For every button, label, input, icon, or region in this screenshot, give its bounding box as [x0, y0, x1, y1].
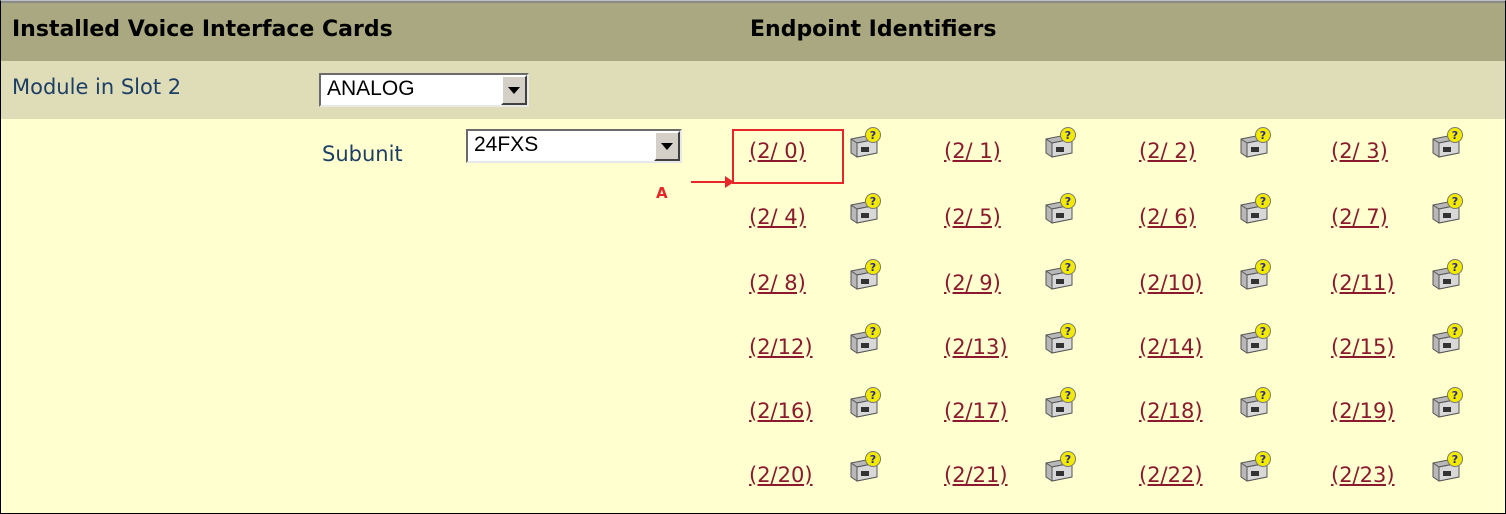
svg-text:?: ? — [870, 325, 876, 338]
installed-cards-heading: Installed Voice Interface Cards — [12, 17, 393, 42]
endpoint-link[interactable]: (2/ 2) — [1139, 139, 1196, 163]
endpoint-link[interactable]: (2/13) — [944, 335, 1008, 359]
endpoint-link[interactable]: (2/12) — [749, 335, 813, 359]
module-type-value: ANALOG — [327, 77, 415, 100]
endpoint-link[interactable]: (2/11) — [1331, 271, 1395, 295]
phone-port-help-icon[interactable]: ? — [1042, 259, 1078, 293]
svg-text:?: ? — [1065, 195, 1071, 208]
phone-port-help-icon[interactable]: ? — [1429, 127, 1465, 161]
phone-port-help-icon[interactable]: ? — [847, 127, 883, 161]
phone-port-help-icon[interactable]: ? — [1237, 451, 1273, 485]
phone-port-help-icon[interactable]: ? — [1042, 193, 1078, 227]
svg-text:?: ? — [1260, 195, 1266, 208]
callout-highlight-box — [732, 129, 844, 184]
svg-text:?: ? — [1260, 261, 1266, 274]
phone-port-help-icon[interactable]: ? — [1429, 323, 1465, 357]
phone-port-help-icon[interactable]: ? — [1042, 387, 1078, 421]
svg-text:?: ? — [1452, 129, 1458, 142]
endpoint-link[interactable]: (2/15) — [1331, 335, 1395, 359]
phone-port-help-icon[interactable]: ? — [1042, 451, 1078, 485]
phone-port-help-icon[interactable]: ? — [847, 193, 883, 227]
svg-text:?: ? — [870, 195, 876, 208]
phone-port-help-icon[interactable]: ? — [847, 451, 883, 485]
svg-text:?: ? — [1065, 261, 1071, 274]
phone-port-help-icon[interactable]: ? — [1429, 451, 1465, 485]
svg-text:?: ? — [1452, 325, 1458, 338]
phone-port-help-icon[interactable]: ? — [1237, 323, 1273, 357]
endpoint-link[interactable]: (2/ 8) — [749, 271, 806, 295]
endpoint-link[interactable]: (2/ 4) — [749, 205, 806, 229]
endpoint-link[interactable]: (2/17) — [944, 399, 1008, 423]
svg-text:?: ? — [870, 261, 876, 274]
phone-port-help-icon[interactable]: ? — [1237, 259, 1273, 293]
phone-port-help-icon[interactable]: ? — [1237, 127, 1273, 161]
svg-text:?: ? — [1260, 453, 1266, 466]
subunit-value: 24FXS — [474, 133, 539, 156]
phone-port-help-icon[interactable]: ? — [1237, 387, 1273, 421]
svg-text:?: ? — [1065, 325, 1071, 338]
module-type-select[interactable]: ANALOG — [319, 73, 529, 107]
subunit-select[interactable]: 24FXS — [466, 129, 682, 163]
svg-text:?: ? — [1260, 129, 1266, 142]
endpoint-link[interactable]: (2/10) — [1139, 271, 1203, 295]
phone-port-help-icon[interactable]: ? — [1042, 127, 1078, 161]
chevron-down-icon[interactable] — [654, 131, 680, 161]
phone-port-help-icon[interactable]: ? — [1237, 193, 1273, 227]
svg-text:?: ? — [1065, 453, 1071, 466]
endpoint-link[interactable]: (2/ 6) — [1139, 205, 1196, 229]
endpoint-link[interactable]: (2/ 5) — [944, 205, 1001, 229]
callout-label: A — [656, 184, 668, 202]
subunit-label: Subunit — [322, 142, 403, 166]
phone-port-help-icon[interactable]: ? — [847, 259, 883, 293]
svg-text:?: ? — [1452, 195, 1458, 208]
phone-port-help-icon[interactable]: ? — [1429, 193, 1465, 227]
table-header: Installed Voice Interface Cards Endpoint… — [1, 1, 1505, 61]
endpoint-link[interactable]: (2/16) — [749, 399, 813, 423]
voice-card-panel: Installed Voice Interface Cards Endpoint… — [0, 0, 1506, 514]
endpoint-link[interactable]: (2/ 7) — [1331, 205, 1388, 229]
phone-port-help-icon[interactable]: ? — [1429, 259, 1465, 293]
endpoint-link[interactable]: (2/14) — [1139, 335, 1203, 359]
module-row: Module in Slot 2 ANALOG — [1, 61, 1505, 119]
chevron-down-icon[interactable] — [501, 75, 527, 105]
module-slot-label: Module in Slot 2 — [12, 75, 182, 99]
svg-text:?: ? — [870, 389, 876, 402]
svg-text:?: ? — [1452, 389, 1458, 402]
phone-port-help-icon[interactable]: ? — [847, 387, 883, 421]
endpoint-link[interactable]: (2/ 1) — [944, 139, 1001, 163]
svg-text:?: ? — [1452, 453, 1458, 466]
endpoint-link[interactable]: (2/20) — [749, 463, 813, 487]
svg-text:?: ? — [1260, 389, 1266, 402]
svg-text:?: ? — [870, 453, 876, 466]
callout-arrow — [691, 181, 729, 183]
endpoint-link[interactable]: (2/ 9) — [944, 271, 1001, 295]
callout-arrow-head — [725, 176, 734, 188]
svg-text:?: ? — [1065, 389, 1071, 402]
phone-port-help-icon[interactable]: ? — [1429, 387, 1465, 421]
svg-text:?: ? — [1452, 261, 1458, 274]
svg-text:?: ? — [870, 129, 876, 142]
phone-port-help-icon[interactable]: ? — [847, 323, 883, 357]
endpoint-link[interactable]: (2/18) — [1139, 399, 1203, 423]
endpoint-link[interactable]: (2/21) — [944, 463, 1008, 487]
svg-text:?: ? — [1065, 129, 1071, 142]
endpoint-link[interactable]: (2/22) — [1139, 463, 1203, 487]
endpoint-identifiers-heading: Endpoint Identifiers — [750, 17, 997, 42]
endpoint-link[interactable]: (2/ 3) — [1331, 139, 1388, 163]
endpoint-link[interactable]: (2/19) — [1331, 399, 1395, 423]
endpoint-link[interactable]: (2/23) — [1331, 463, 1395, 487]
phone-port-help-icon[interactable]: ? — [1042, 323, 1078, 357]
svg-text:?: ? — [1260, 325, 1266, 338]
